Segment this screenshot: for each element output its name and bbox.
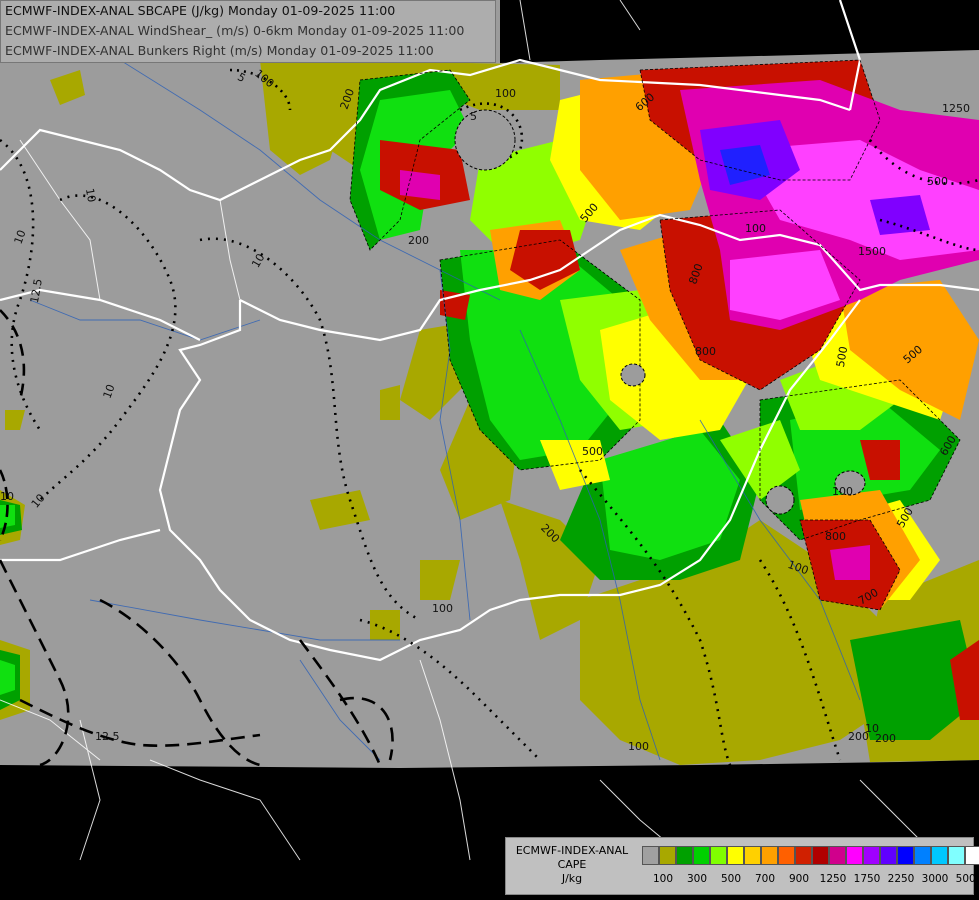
legend-tick-label: 900: [788, 873, 810, 885]
map-label: 500: [927, 175, 948, 188]
legend-ticks: 100 300 500 700 900 1250 1750 2250 3000 5000: [642, 873, 979, 887]
header-line-bunkers: ECMWF-INDEX-ANAL Bunkers Right (m/s) Mon…: [5, 43, 434, 58]
map-label: 100: [745, 222, 766, 235]
map-label: 100: [832, 485, 853, 498]
legend-swatch: [812, 846, 829, 865]
map-label: 10: [865, 722, 879, 735]
legend-title-unit: J/kg: [561, 872, 583, 885]
map-label: 1500: [858, 245, 886, 258]
legend-swatch: [795, 846, 812, 865]
map-label: 200: [408, 234, 429, 247]
header-line-windshear: ECMWF-INDEX-ANAL WindShear_ (m/s) 0-6km …: [5, 23, 465, 38]
legend-tick-label: 1250: [819, 873, 847, 885]
legend-swatch: [880, 846, 897, 865]
legend-swatch: [761, 846, 778, 865]
map-label: 100: [495, 87, 516, 100]
legend-title-field: CAPE: [557, 858, 587, 871]
legend-swatches: [642, 846, 979, 865]
legend-tick-label: 500: [720, 873, 742, 885]
header-line-sbcape: ECMWF-INDEX-ANAL SBCAPE (J/kg) Monday 01…: [5, 3, 396, 18]
legend-swatch: [659, 846, 676, 865]
legend-swatch: [744, 846, 761, 865]
legend-tick-label: 700: [754, 873, 776, 885]
legend-tick-label: 5000: [955, 873, 979, 885]
legend-swatch: [693, 846, 710, 865]
legend-swatch: [727, 846, 744, 865]
map-label: 800: [695, 345, 716, 358]
map-label: 500: [582, 445, 603, 458]
map-header: ECMWF-INDEX-ANAL SBCAPE (J/kg) Monday 01…: [0, 0, 496, 63]
legend-swatch: [846, 846, 863, 865]
legend-swatch: [897, 846, 914, 865]
cape-legend: ECMWF-INDEX-ANAL CAPE J/kg 100 300 500 700 9…: [505, 837, 979, 895]
map-label: 1250: [942, 102, 970, 115]
legend-tick-label: 3000: [921, 873, 949, 885]
legend-tick-label: 1750: [853, 873, 881, 885]
legend-swatch: [863, 846, 880, 865]
map-label: 100: [628, 740, 649, 753]
legend-swatch: [948, 846, 965, 865]
legend-swatch: [931, 846, 948, 865]
legend-title: ECMWF-INDEX-ANAL CAPE J/kg: [506, 844, 638, 886]
map-label: 100: [432, 602, 453, 615]
legend-swatch: [710, 846, 727, 865]
legend-title-source: ECMWF-INDEX-ANAL: [515, 844, 629, 857]
legend-swatch: [642, 846, 659, 865]
legend-swatch: [829, 846, 846, 865]
legend-tick-label: 300: [686, 873, 708, 885]
legend-swatch: [965, 846, 979, 865]
map-label: 5: [470, 110, 477, 123]
legend-swatch: [676, 846, 693, 865]
legend-swatch: [914, 846, 931, 865]
map-label: 800: [825, 530, 846, 543]
legend-tick-label: 100: [652, 873, 674, 885]
legend-swatch: [778, 846, 795, 865]
map-label: 10: [0, 490, 14, 503]
map-label: 10: [83, 187, 98, 203]
legend-tick-label: 2250: [887, 873, 915, 885]
cape-map: 100 200 100 500 600 1250 500 1500 200 80…: [0, 0, 979, 900]
map-label: 12.5: [95, 730, 120, 743]
